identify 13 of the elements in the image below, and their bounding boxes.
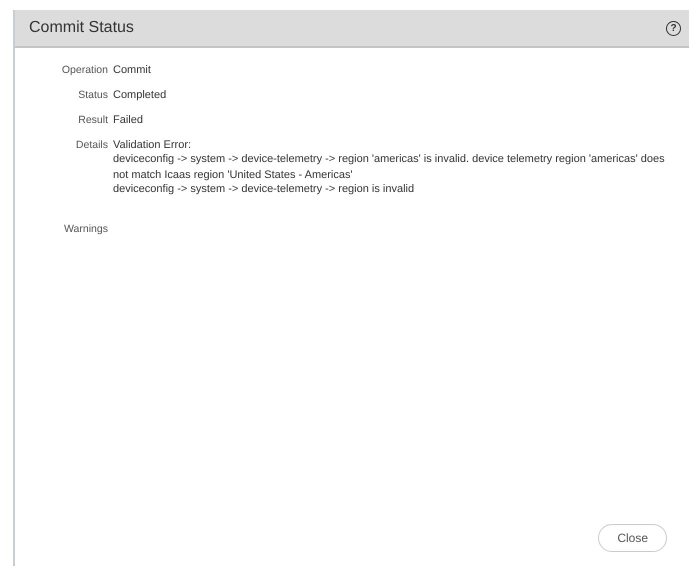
field-label: Status xyxy=(77,89,109,103)
field-value: Failed xyxy=(113,113,144,128)
help-button[interactable]: ? xyxy=(666,20,681,36)
field-value: Commit xyxy=(113,63,152,78)
field-label: Details xyxy=(74,139,109,153)
field-label: Operation xyxy=(60,64,109,78)
field-value: Validation Error: xyxy=(113,138,192,153)
dialog-title: Commit Status xyxy=(29,19,134,37)
field-label: Result xyxy=(77,114,109,128)
field-label: Warnings xyxy=(63,223,109,235)
close-button[interactable]: Close xyxy=(598,524,667,552)
field-value: deviceconfig -> system -> device-telemetry -> region is invalid xyxy=(113,182,416,197)
field-value: Completed xyxy=(113,88,168,103)
